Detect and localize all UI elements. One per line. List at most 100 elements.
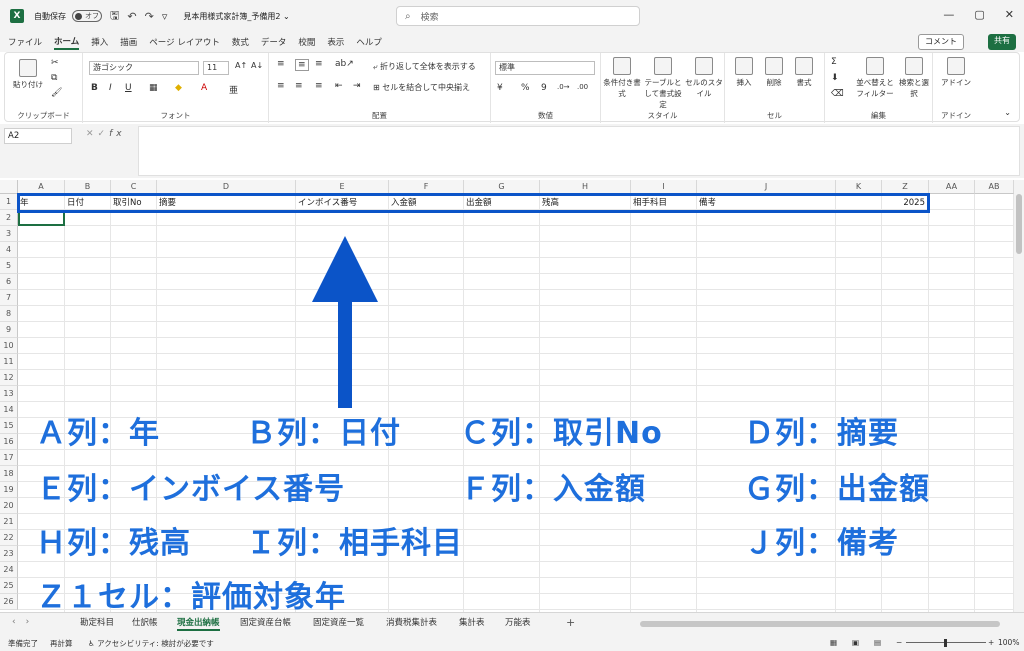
tab-home[interactable]: ホーム xyxy=(54,35,80,50)
autosave-toggle[interactable]: オフ xyxy=(72,10,102,22)
document-title[interactable]: 見本用様式家計簿_予備用2 ⌄ xyxy=(183,11,289,22)
find-select-button[interactable]: 検索と選択 xyxy=(897,57,931,99)
number-format-dropdown[interactable]: 標準 xyxy=(495,61,595,75)
phonetic-icon[interactable]: 亜 xyxy=(229,83,238,96)
accessibility-status[interactable]: ♿ アクセシビリティ: 検討が必要です xyxy=(88,638,214,649)
indent-increase-icon[interactable]: ⇥ xyxy=(353,81,361,91)
zoom-level[interactable]: 100% xyxy=(998,638,1019,647)
row-header-22[interactable]: 22 xyxy=(0,530,18,546)
sheet-tab-tax-summary[interactable]: 消費税集計表 xyxy=(386,616,437,628)
percent-icon[interactable]: % xyxy=(521,83,530,93)
row-header-10[interactable]: 10 xyxy=(0,338,18,354)
row-header-7[interactable]: 7 xyxy=(0,290,18,306)
comment-button[interactable]: コメント xyxy=(918,34,964,50)
format-as-table-button[interactable]: テーブルとして書式設定 xyxy=(641,57,685,110)
merge-center-button[interactable]: ⊞ セルを結合して中央揃え xyxy=(373,82,470,93)
tab-draw[interactable]: 描画 xyxy=(120,36,137,48)
select-all-corner[interactable] xyxy=(0,180,18,194)
tab-insert[interactable]: 挿入 xyxy=(91,36,108,48)
row-header-23[interactable]: 23 xyxy=(0,546,18,562)
row-header-6[interactable]: 6 xyxy=(0,274,18,290)
row-header-2[interactable]: 2 xyxy=(0,210,18,226)
paste-button[interactable]: 貼り付け xyxy=(11,59,45,90)
column-header-k[interactable]: K xyxy=(836,180,882,194)
autosum-icon[interactable]: Σ xyxy=(831,57,837,67)
column-header-ab[interactable]: AB xyxy=(975,180,1014,194)
vertical-scrollbar[interactable] xyxy=(1014,180,1024,612)
addins-button[interactable]: アドイン xyxy=(939,57,973,88)
copy-icon[interactable]: ⧉ xyxy=(51,73,57,83)
sheet-tab-fixed-assets-list[interactable]: 固定資産一覧 xyxy=(313,616,364,628)
column-header-c[interactable]: C xyxy=(111,180,157,194)
customize-toolbar-icon[interactable]: ▿ xyxy=(162,10,168,23)
add-sheet-button[interactable]: + xyxy=(566,616,575,629)
cell-styles-button[interactable]: セルのスタイル xyxy=(685,57,723,99)
column-header-z[interactable]: Z xyxy=(882,180,929,194)
column-header-aa[interactable]: AA xyxy=(929,180,975,194)
collapse-ribbon-icon[interactable]: ⌄ xyxy=(1004,108,1011,117)
align-right-icon[interactable]: ≡ xyxy=(315,81,323,91)
normal-view-icon[interactable]: ▦ xyxy=(830,638,837,647)
maximize-button[interactable]: ▢ xyxy=(974,8,984,21)
undo-icon[interactable]: ↶ xyxy=(127,10,136,23)
increase-font-icon[interactable]: A↑ xyxy=(235,61,247,70)
vertical-scroll-thumb[interactable] xyxy=(1016,194,1022,254)
page-break-view-icon[interactable]: ▤ xyxy=(874,638,881,647)
zoom-slider-knob[interactable] xyxy=(944,639,947,647)
zoom-out-icon[interactable]: − xyxy=(896,638,902,647)
row-header-11[interactable]: 11 xyxy=(0,354,18,370)
column-header-a[interactable]: A xyxy=(18,180,65,194)
page-layout-view-icon[interactable]: ▣ xyxy=(852,638,859,647)
align-bottom-icon[interactable]: ≡ xyxy=(315,59,323,69)
status-recalc[interactable]: 再計算 xyxy=(50,638,73,649)
sheet-tab-summary[interactable]: 集計表 xyxy=(459,616,485,628)
row-header-8[interactable]: 8 xyxy=(0,306,18,322)
tab-review[interactable]: 校閲 xyxy=(298,36,315,48)
save-icon[interactable]: 🖫 xyxy=(110,7,119,26)
comma-icon[interactable]: 9 xyxy=(541,83,547,93)
redo-icon[interactable]: ↷ xyxy=(145,10,154,23)
column-header-b[interactable]: B xyxy=(65,180,111,194)
indent-decrease-icon[interactable]: ⇤ xyxy=(335,81,343,91)
row-header-5[interactable]: 5 xyxy=(0,258,18,274)
fx-icon[interactable]: fx xyxy=(109,129,126,139)
border-icon[interactable]: ▦ xyxy=(149,83,158,93)
increase-decimal-icon[interactable]: .0→ xyxy=(557,83,570,91)
align-left-icon[interactable]: ≡ xyxy=(277,81,285,91)
share-button[interactable]: 共有 xyxy=(988,34,1016,50)
column-header-d[interactable]: D xyxy=(157,180,296,194)
format-painter-icon[interactable]: 🖌 xyxy=(51,88,62,98)
enter-icon[interactable]: ✓ xyxy=(98,129,110,139)
decrease-font-icon[interactable]: A↓ xyxy=(251,61,263,70)
tab-page-layout[interactable]: ページ レイアウト xyxy=(149,36,220,48)
font-size-dropdown[interactable]: 11 xyxy=(203,61,229,75)
row-header-4[interactable]: 4 xyxy=(0,242,18,258)
row-header-26[interactable]: 26 xyxy=(0,594,18,610)
row-header-24[interactable]: 24 xyxy=(0,562,18,578)
sheet-tab-cashbook[interactable]: 現金出納帳 xyxy=(177,616,220,631)
delete-cells-button[interactable]: 削除 xyxy=(759,57,789,88)
decrease-decimal-icon[interactable]: .00 xyxy=(577,83,588,91)
clear-icon[interactable]: ⌫ xyxy=(831,89,844,99)
orientation-icon[interactable]: ab↗ xyxy=(335,59,354,69)
wrap-text-button[interactable]: ⤶ 折り返して全体を表示する xyxy=(373,61,476,72)
row-header-14[interactable]: 14 xyxy=(0,402,18,418)
row-header-15[interactable]: 15 xyxy=(0,418,18,434)
italic-icon[interactable]: I xyxy=(109,83,112,93)
row-header-12[interactable]: 12 xyxy=(0,370,18,386)
sheet-tab-universal[interactable]: 万能表 xyxy=(505,616,531,628)
column-header-e[interactable]: E xyxy=(296,180,389,194)
row-header-3[interactable]: 3 xyxy=(0,226,18,242)
row-header-20[interactable]: 20 xyxy=(0,498,18,514)
minimize-button[interactable]: — xyxy=(943,8,954,21)
row-header-16[interactable]: 16 xyxy=(0,434,18,450)
row-header-17[interactable]: 17 xyxy=(0,450,18,466)
align-middle-icon[interactable]: ≡ xyxy=(295,59,309,71)
row-header-1[interactable]: 1 xyxy=(0,194,18,210)
underline-icon[interactable]: U xyxy=(125,83,132,93)
column-header-f[interactable]: F xyxy=(389,180,464,194)
tab-formulas[interactable]: 数式 xyxy=(232,36,249,48)
column-header-g[interactable]: G xyxy=(464,180,540,194)
sheet-tab-journal[interactable]: 仕訳帳 xyxy=(132,616,158,628)
align-center-icon[interactable]: ≡ xyxy=(295,81,303,91)
